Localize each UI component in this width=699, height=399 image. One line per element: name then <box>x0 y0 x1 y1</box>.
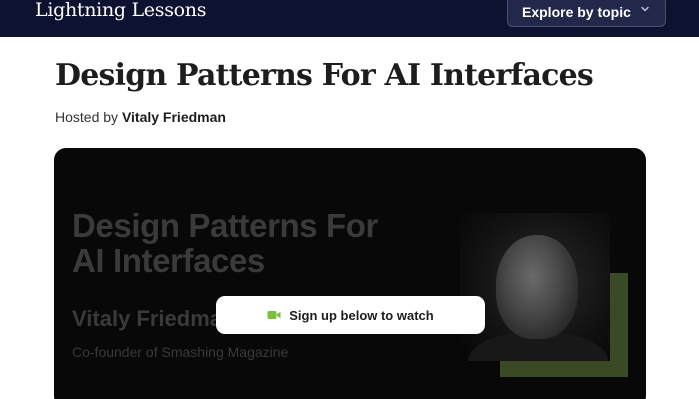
speaker-face <box>496 235 578 339</box>
video-title-line2: AI Interfaces <box>72 242 265 279</box>
video-camera-icon <box>267 311 281 319</box>
speaker-photo <box>460 213 610 361</box>
top-nav: Lightning Lessons Explore by topic <box>0 0 699 37</box>
page-title: Design Patterns For AI Interfaces <box>55 58 594 93</box>
video-speaker-name: Vitaly Friedman <box>72 306 236 331</box>
explore-label: Explore by topic <box>522 3 631 20</box>
host-name[interactable]: Vitaly Friedman <box>122 109 226 125</box>
hosted-by: Hosted by Vitaly Friedman <box>55 109 226 125</box>
video-player[interactable]: Design Patterns For AI Interfaces Vitaly… <box>54 148 646 399</box>
chevron-down-icon <box>641 6 649 12</box>
sign-up-label: Sign up below to watch <box>289 307 434 323</box>
brand-logo[interactable]: Lightning Lessons <box>35 0 206 22</box>
hosted-prefix: Hosted by <box>55 109 119 125</box>
sign-up-to-watch-button[interactable]: Sign up below to watch <box>216 296 485 334</box>
video-title-line1: Design Patterns For <box>72 207 378 244</box>
explore-by-topic-button[interactable]: Explore by topic <box>507 0 666 27</box>
video-title: Design Patterns For AI Interfaces <box>72 208 452 278</box>
video-speaker-role: Co-founder of Smashing Magazine <box>72 344 289 360</box>
